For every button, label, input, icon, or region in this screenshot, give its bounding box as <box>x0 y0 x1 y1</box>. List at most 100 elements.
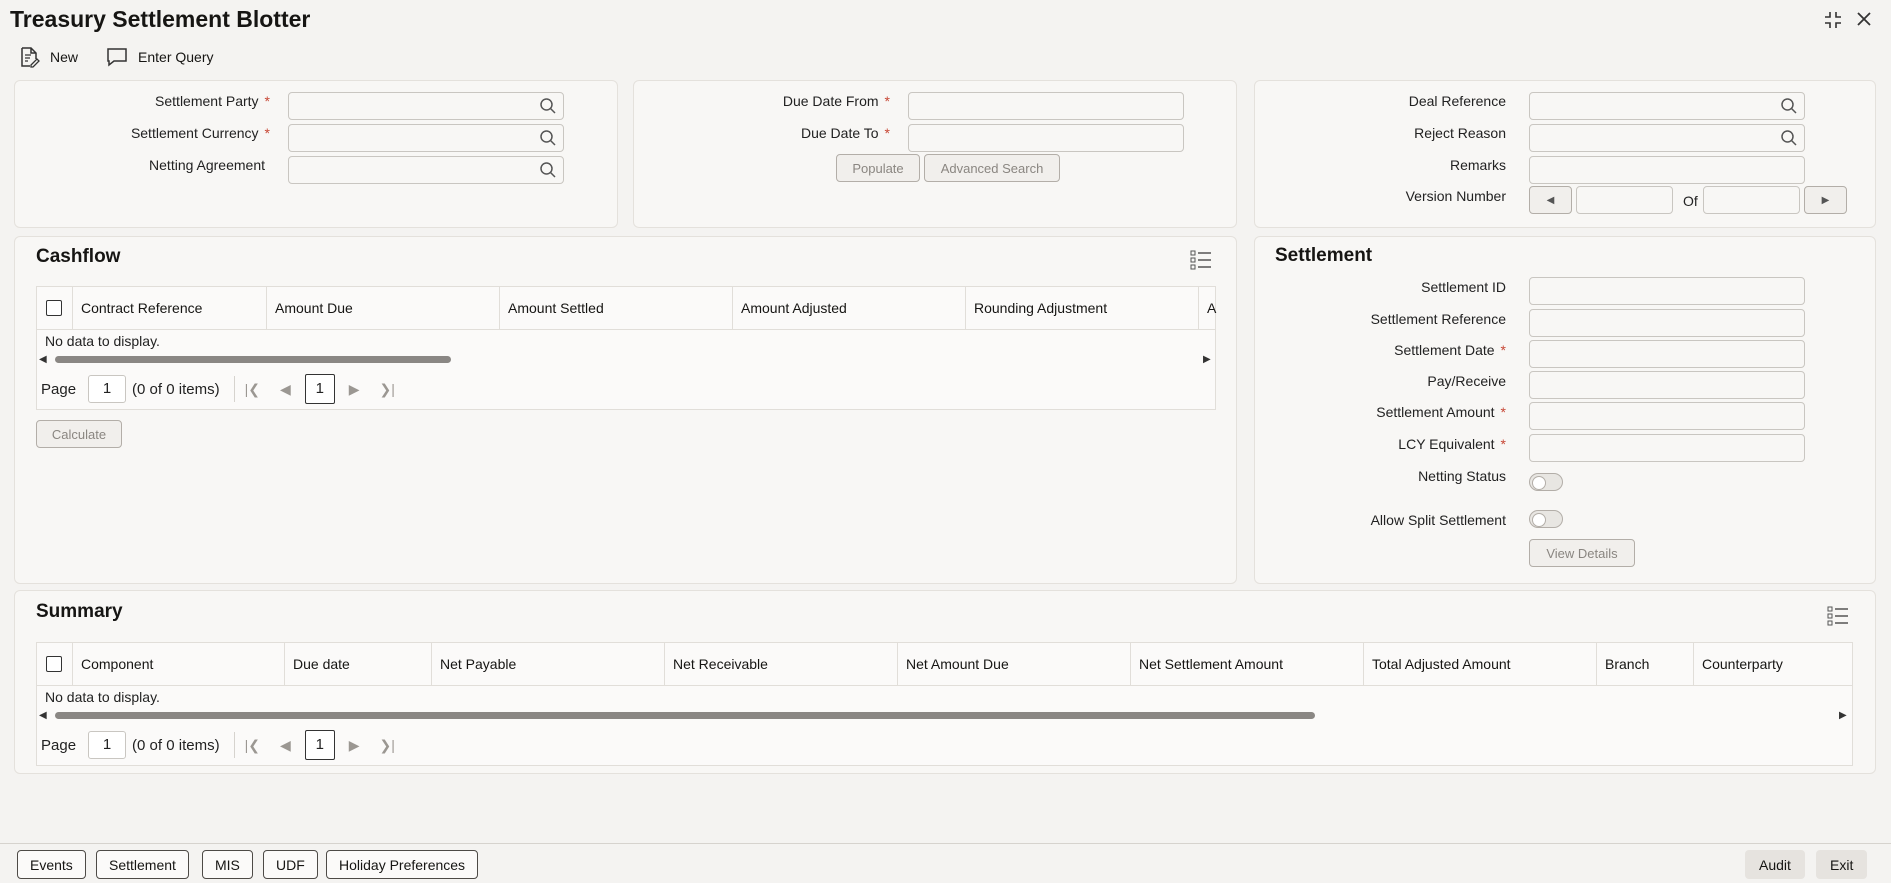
version-number-input[interactable] <box>1576 186 1673 214</box>
settlement-amount-label: Settlement Amount * <box>1376 404 1506 420</box>
summary-pager: Page 1 (0 of 0 items) |❮ ◀ 1 ▶ ❯| <box>41 730 405 760</box>
version-total-input[interactable] <box>1703 186 1800 214</box>
reject-reason-input[interactable] <box>1529 124 1805 152</box>
settlement-reference-input[interactable] <box>1529 309 1805 337</box>
col-net-amount-due[interactable]: Net Amount Due <box>897 643 1130 686</box>
deal-reference-input[interactable] <box>1529 92 1805 120</box>
settlement-currency-input[interactable] <box>288 124 564 152</box>
items-count: (0 of 0 items) <box>132 380 220 398</box>
col-net-payable[interactable]: Net Payable <box>431 643 664 686</box>
next-page-icon[interactable]: ▶ <box>349 381 360 398</box>
cashflow-table: Contract Reference Amount Due Amount Set… <box>36 286 1216 410</box>
page-input[interactable]: 1 <box>88 375 127 403</box>
settlement-party-input[interactable] <box>288 92 564 120</box>
last-page-icon[interactable]: ❯| <box>380 381 395 398</box>
scroll-right-icon[interactable]: ▶ <box>1203 354 1211 365</box>
version-of-label: Of <box>1683 193 1698 209</box>
scroll-left-icon[interactable]: ◀ <box>39 354 47 365</box>
new-label: New <box>50 49 79 65</box>
search-icon[interactable] <box>539 161 557 179</box>
col-branch[interactable]: Branch <box>1596 643 1693 686</box>
col-amount-adjusted[interactable]: Amount Adjusted <box>732 287 965 330</box>
last-page-icon[interactable]: ❯| <box>380 737 395 754</box>
advanced-search-button[interactable]: Advanced Search <box>924 154 1060 182</box>
prev-page-icon[interactable]: ◀ <box>280 737 291 754</box>
version-next-button[interactable]: ▶ <box>1804 186 1847 214</box>
remarks-label: Remarks <box>1449 157 1506 173</box>
horizontal-scrollbar[interactable] <box>55 356 451 363</box>
reject-reason-label: Reject Reason <box>1414 125 1506 141</box>
new-document-icon <box>21 47 40 68</box>
search-icon[interactable] <box>539 129 557 147</box>
mis-button[interactable]: MIS <box>202 850 253 879</box>
next-page-icon[interactable]: ▶ <box>349 737 360 754</box>
select-all-checkbox[interactable] <box>46 656 62 672</box>
lcy-equivalent-input[interactable] <box>1529 434 1805 462</box>
horizontal-scrollbar[interactable] <box>55 712 1315 719</box>
allow-split-toggle[interactable] <box>1529 510 1563 528</box>
exit-button[interactable]: Exit <box>1816 850 1868 879</box>
remarks-input[interactable] <box>1529 156 1805 184</box>
page-label: Page <box>41 380 77 398</box>
cashflow-header-row: Contract Reference Amount Due Amount Set… <box>37 287 1217 330</box>
audit-button[interactable]: Audit <box>1745 850 1805 879</box>
search-icon[interactable] <box>1780 97 1798 115</box>
col-contract-reference[interactable]: Contract Reference <box>72 287 266 330</box>
calculate-button[interactable]: Calculate <box>36 420 122 448</box>
netting-agreement-label: Netting Agreement <box>149 157 265 173</box>
enter-query-label: Enter Query <box>138 49 214 65</box>
no-data-message: No data to display. <box>45 689 160 705</box>
first-page-icon[interactable]: |❮ <box>245 381 260 398</box>
settlement-title: Settlement <box>1275 245 1373 266</box>
holiday-preferences-button[interactable]: Holiday Preferences <box>326 850 479 879</box>
col-net-receivable[interactable]: Net Receivable <box>664 643 897 686</box>
scroll-left-icon[interactable]: ◀ <box>39 710 47 721</box>
select-all-checkbox[interactable] <box>46 300 62 316</box>
triangle-right-icon: ▶ <box>1821 194 1830 206</box>
settlement-date-label: Settlement Date * <box>1394 342 1506 358</box>
col-amount-due[interactable]: Amount Due <box>266 287 499 330</box>
column-list-icon[interactable] <box>1190 250 1212 270</box>
new-button[interactable]: New <box>18 46 78 68</box>
pay-receive-input[interactable] <box>1529 371 1805 399</box>
page-input[interactable]: 1 <box>88 731 127 759</box>
col-counterparty[interactable]: Counterparty <box>1693 643 1854 686</box>
settlement-id-input[interactable] <box>1529 277 1805 305</box>
allow-split-label: Allow Split Settlement <box>1370 512 1506 528</box>
col-total-adjusted-amount[interactable]: Total Adjusted Amount <box>1363 643 1596 686</box>
due-date-to-label: Due Date To * <box>800 125 890 141</box>
prev-page-icon[interactable]: ◀ <box>280 381 291 398</box>
col-amount-settled[interactable]: Amount Settled <box>499 287 732 330</box>
cashflow-title: Cashflow <box>36 246 121 267</box>
settlement-amount-input[interactable] <box>1529 402 1805 430</box>
netting-agreement-input[interactable] <box>288 156 564 184</box>
collapse-icon[interactable] <box>1823 10 1843 36</box>
first-page-icon[interactable]: |❮ <box>245 737 260 754</box>
netting-status-toggle[interactable] <box>1529 473 1563 491</box>
search-icon[interactable] <box>539 97 557 115</box>
speech-bubble-icon <box>107 48 127 67</box>
due-date-from-input[interactable] <box>908 92 1184 120</box>
col-rounding-adjustment[interactable]: Rounding Adjustment <box>965 287 1198 330</box>
col-truncated[interactable]: A <box>1198 287 1217 330</box>
col-due-date[interactable]: Due date <box>284 643 431 686</box>
enter-query-button[interactable]: Enter Query <box>106 47 214 67</box>
settlement-currency-label: Settlement Currency * <box>130 125 270 141</box>
scroll-right-icon[interactable]: ▶ <box>1839 710 1847 721</box>
udf-button[interactable]: UDF <box>263 850 318 879</box>
col-component[interactable]: Component <box>72 643 284 686</box>
column-list-icon[interactable] <box>1827 606 1849 626</box>
close-icon[interactable] <box>1855 10 1873 36</box>
search-icon[interactable] <box>1780 129 1798 147</box>
populate-button[interactable]: Populate <box>836 154 920 182</box>
page-title: Treasury Settlement Blotter <box>10 6 311 32</box>
settlement-button[interactable]: Settlement <box>96 850 189 879</box>
view-details-button[interactable]: View Details <box>1529 539 1635 567</box>
current-page[interactable]: 1 <box>304 730 335 760</box>
due-date-to-input[interactable] <box>908 124 1184 152</box>
settlement-date-input[interactable] <box>1529 340 1805 368</box>
col-net-settlement-amount[interactable]: Net Settlement Amount <box>1130 643 1363 686</box>
current-page[interactable]: 1 <box>304 374 335 404</box>
events-button[interactable]: Events <box>17 850 86 879</box>
version-prev-button[interactable]: ◀ <box>1529 186 1572 214</box>
